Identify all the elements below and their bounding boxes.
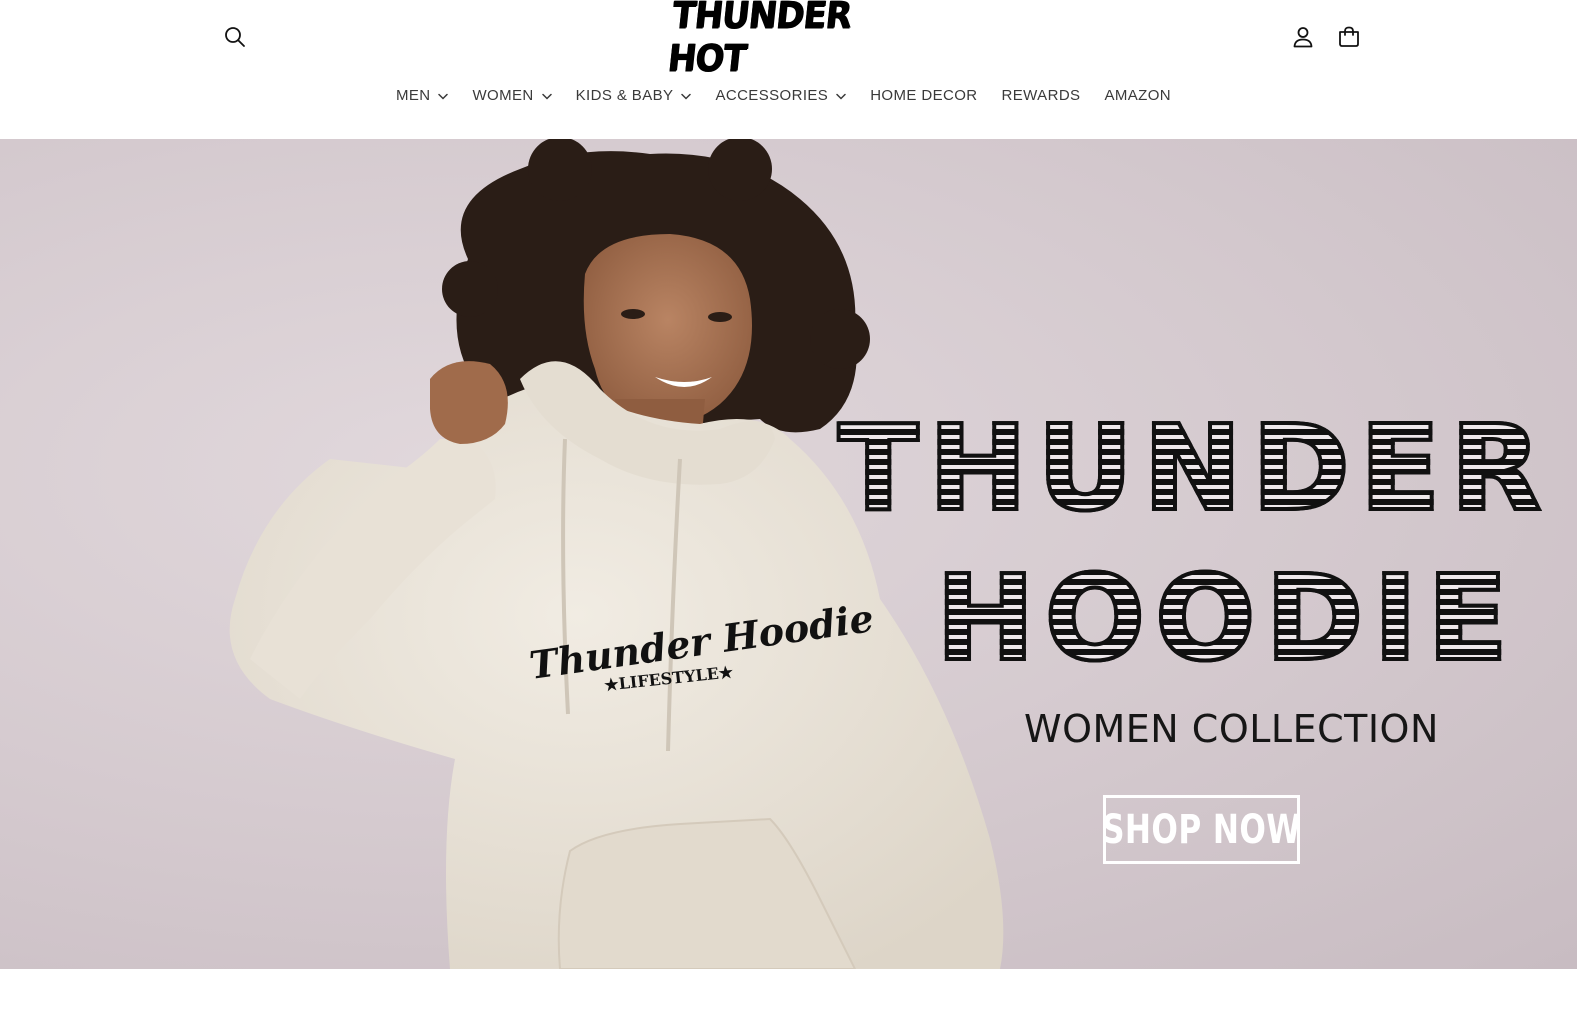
nav-list: MEN WOMEN KIDS & BABY ACCESSORIES HOME DECOR… bbox=[384, 78, 1183, 112]
logo-text: THUNDER HOT bbox=[665, 0, 853, 81]
nav-item-label: ACCESSORIES bbox=[715, 86, 829, 104]
nav-item-amazon[interactable]: AMAZON bbox=[1092, 78, 1183, 112]
cart-icon bbox=[1339, 26, 1359, 47]
nav-item-kids-baby[interactable]: KIDS & BABY bbox=[564, 78, 704, 112]
nav-item-home-decor[interactable]: HOME DECOR bbox=[858, 78, 989, 112]
site-header: THUNDER HOT MEN WOMEN KIDS & BABY ACCESSORI… bbox=[0, 0, 1577, 139]
nav-item-label: REWARDS bbox=[1001, 86, 1081, 104]
nav-item-women[interactable]: WOMEN bbox=[460, 78, 563, 112]
chevron-down-icon bbox=[438, 93, 449, 100]
chevron-down-icon bbox=[681, 93, 692, 100]
nav-item-label: WOMEN bbox=[472, 86, 534, 104]
site-logo[interactable]: THUNDER HOT bbox=[665, 0, 902, 80]
account-button[interactable] bbox=[1286, 20, 1320, 54]
hero-headline: THUNDER HOODIE bbox=[836, 399, 1577, 699]
hero-subtitle: WOMEN COLLECTION bbox=[1024, 707, 1439, 751]
search-icon bbox=[225, 27, 245, 47]
nav-item-men[interactable]: MEN bbox=[384, 78, 461, 112]
headline-line-2: HOODIE bbox=[934, 549, 1518, 687]
chevron-down-icon bbox=[836, 93, 846, 100]
headline-line-1: THUNDER bbox=[836, 399, 1552, 537]
shop-now-label: SHOP NOW bbox=[1102, 806, 1302, 853]
hero-banner[interactable]: Thunder Hoodie ★LIFESTYLE★ THUNDER HOODI… bbox=[0, 139, 1577, 969]
nav-item-label: HOME DECOR bbox=[870, 86, 978, 104]
nav-item-label: MEN bbox=[395, 86, 431, 104]
search-button[interactable] bbox=[218, 20, 252, 54]
nav-item-label: AMAZON bbox=[1104, 86, 1172, 104]
cart-button[interactable] bbox=[1332, 20, 1366, 54]
hoodie-chest-print: Thunder Hoodie ★LIFESTYLE★ bbox=[527, 595, 877, 709]
main-navigation: MEN WOMEN KIDS & BABY ACCESSORIES HOME DECOR… bbox=[0, 78, 1577, 112]
shop-now-button[interactable]: SHOP NOW bbox=[1102, 795, 1302, 864]
nav-item-accessories[interactable]: ACCESSORIES bbox=[703, 78, 858, 112]
user-icon bbox=[1293, 27, 1313, 48]
chevron-down-icon bbox=[541, 93, 552, 100]
nav-item-rewards[interactable]: REWARDS bbox=[990, 78, 1093, 112]
nav-item-label: KIDS & BABY bbox=[575, 86, 674, 104]
